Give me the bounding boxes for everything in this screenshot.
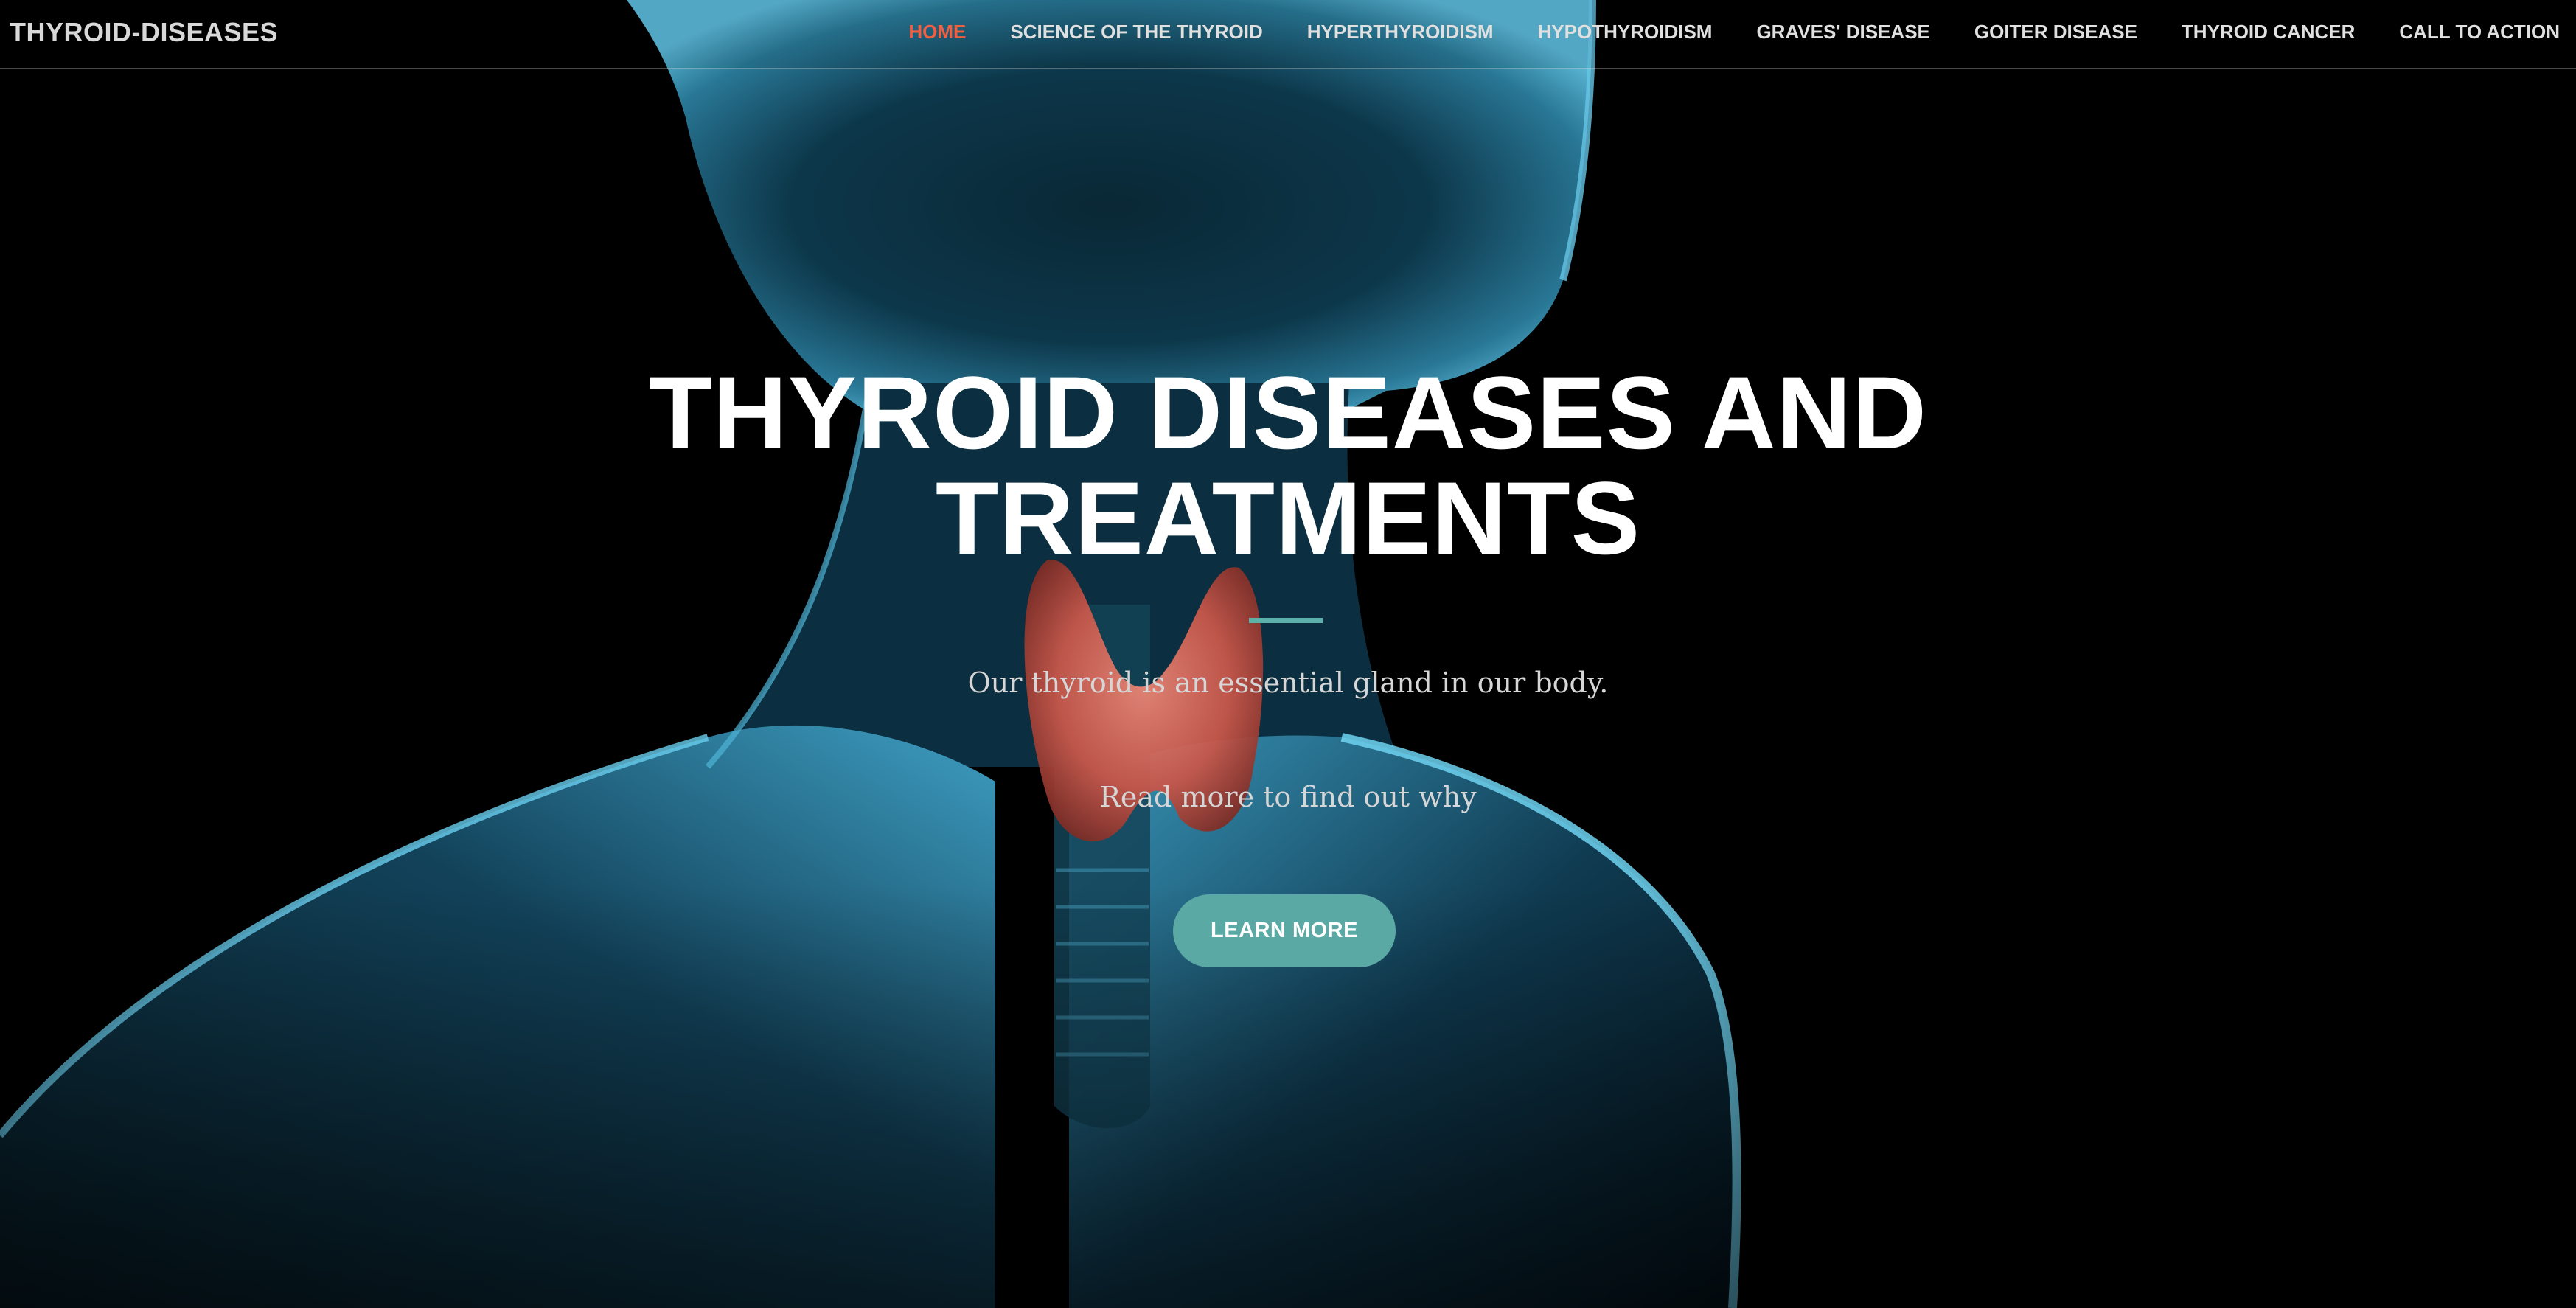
- hero-subtitle: Our thyroid is an essential gland in our…: [967, 667, 1609, 699]
- hero-section: THYROID DISEASES AND TREATMENTS Our thyr…: [0, 0, 2576, 1308]
- hero-headline-line1: THYROID DISEASES AND: [649, 355, 1927, 470]
- learn-more-button[interactable]: LEARN MORE: [1173, 894, 1396, 967]
- hero-subtitle-secondary: Read more to find out why: [1099, 781, 1477, 813]
- hero-headline: THYROID DISEASES AND TREATMENTS: [624, 360, 1952, 571]
- hero-divider: [1249, 618, 1323, 623]
- hero-headline-line2: TREATMENTS: [935, 460, 1641, 576]
